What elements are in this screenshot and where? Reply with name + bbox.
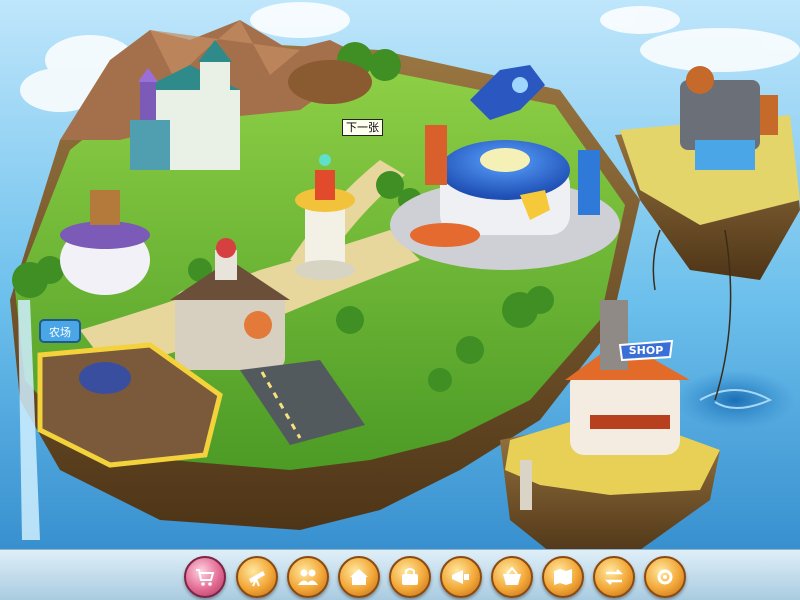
island-map-scene: 农场 — [0, 0, 800, 600]
farm-sign: 农场 — [39, 319, 81, 343]
bottom-toolbar — [0, 549, 800, 600]
home-icon — [350, 569, 368, 585]
toolbar-button-basket[interactable] — [491, 556, 533, 598]
megaphone-icon — [452, 570, 469, 584]
shop-sign-text: SHOP — [629, 344, 664, 357]
toolbar-button-cart[interactable] — [184, 556, 226, 598]
bag-icon — [402, 568, 418, 585]
toolbar-button-megaphone[interactable] — [440, 556, 482, 598]
exchange-icon — [604, 569, 624, 585]
next-image-tooltip: 下一张 — [342, 119, 383, 136]
settings-icon — [657, 569, 673, 585]
toolbar-button-settings[interactable] — [644, 556, 686, 598]
map-icon — [554, 569, 572, 585]
telescope-icon — [249, 571, 265, 587]
toolbar-button-exchange[interactable] — [593, 556, 635, 598]
shop-sign[interactable]: SHOP — [618, 339, 674, 361]
toolbar-button-home[interactable] — [338, 556, 380, 598]
toolbar-button-bag[interactable] — [389, 556, 431, 598]
cart-icon — [196, 569, 215, 586]
basket-icon — [503, 566, 521, 585]
toolbar-button-telescope[interactable] — [236, 556, 278, 598]
friends-icon — [298, 569, 318, 585]
hut-building — [288, 60, 372, 104]
sea-vortex — [675, 370, 795, 430]
farm-sign-text: 农场 — [49, 325, 71, 339]
toolbar-button-map[interactable] — [542, 556, 584, 598]
toolbar-button-friends[interactable] — [287, 556, 329, 598]
